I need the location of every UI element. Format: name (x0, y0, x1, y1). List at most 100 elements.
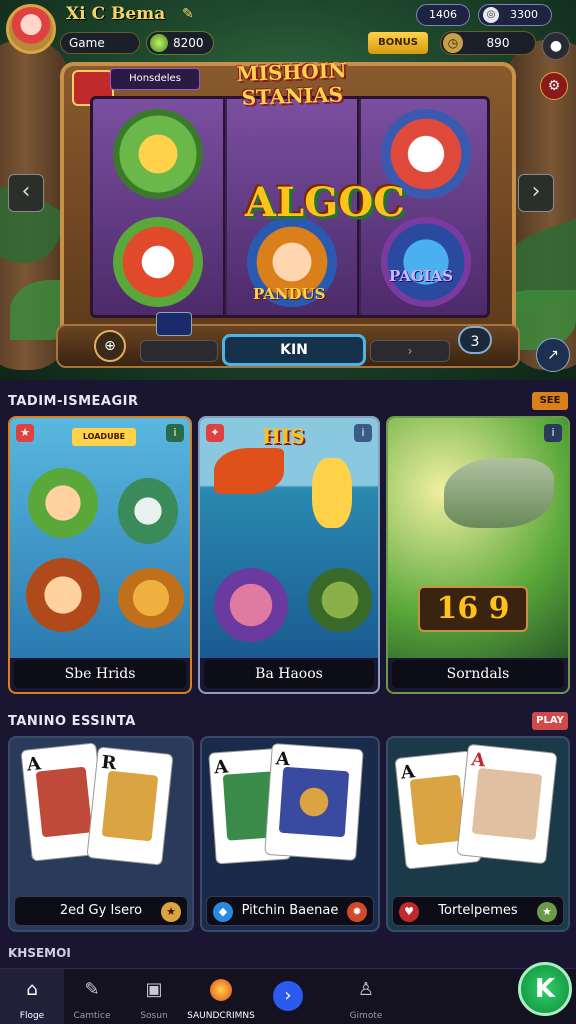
game-card-2[interactable]: HIS ✦ i Ba Haoos (198, 416, 380, 694)
prev-arrow-icon[interactable]: ‹ (8, 174, 44, 212)
info-icon[interactable]: i (166, 424, 184, 442)
fire-icon: ✦ (206, 424, 224, 442)
chip-icon (156, 312, 192, 336)
home-icon: ⌂ (26, 979, 38, 1000)
controller-icon: ✎ (84, 979, 100, 1000)
level-label: Game (69, 36, 105, 50)
top-bar: Xi C Bema ✎ Game 8200 1406 ◎ 3300 ● BONUS… (0, 0, 576, 60)
nav-tiles[interactable]: ▣ Sosun (122, 969, 186, 1024)
card-title: Sbe Hrids (14, 660, 186, 688)
card-game-2[interactable]: A A ◆ Pitchin Baenae ✹ (200, 736, 380, 932)
card-banner: LOADUBE (72, 428, 136, 446)
game-title: MISHOIN STANIAS (211, 57, 373, 119)
diamond-icon: ◆ (213, 902, 233, 922)
heart-icon: ♥ (399, 902, 419, 922)
fab-button[interactable]: K (518, 962, 572, 1016)
reel-1 (93, 99, 225, 315)
nav-label: Sosun (140, 1011, 168, 1021)
gem-icon (150, 34, 168, 52)
symbol-label-mid: PANDUS (253, 285, 326, 303)
nav-home[interactable]: ⌂ Floge (0, 969, 64, 1024)
section-1-tag[interactable]: SEE (532, 392, 568, 410)
profile-icon: ♙ (357, 979, 375, 1000)
coin-balance[interactable]: ◎ 3300 (478, 4, 552, 26)
gem-value: 8200 (173, 36, 204, 50)
yellow-fish (312, 458, 352, 528)
card-art: LOADUBE (10, 418, 190, 658)
card-game-3[interactable]: A A ♥ Tortelpemes ★ (386, 736, 570, 932)
fox-symbol (113, 217, 203, 307)
reels-window: ALGOC PANDUS PAGIAS (90, 96, 490, 318)
section-2-tag[interactable]: PLAY (532, 712, 568, 730)
clock-icon: ◷ (443, 33, 463, 53)
nav-next[interactable]: › (256, 969, 320, 1024)
coin-icon: ◎ (483, 7, 499, 23)
badge-pill[interactable]: 1406 (416, 4, 470, 26)
info-icon[interactable]: i (354, 424, 372, 442)
bet-icon[interactable]: ⊕ (94, 330, 126, 362)
flame-badge-icon[interactable]: ✹ (347, 902, 367, 922)
playing-card: A (264, 742, 364, 862)
nav-label: SAUNDCRIMNS (187, 1011, 255, 1021)
gem-balance[interactable]: 8200 (146, 31, 214, 55)
beaver-character (118, 568, 184, 628)
girl-character (26, 558, 100, 632)
nav-label: Camtice (73, 1011, 111, 1021)
nav-label: Floge (19, 1011, 45, 1021)
goblin-character (28, 468, 98, 538)
turtle (308, 568, 372, 632)
card-art: HIS (200, 418, 378, 658)
purple-fish (214, 568, 288, 642)
timer-pill[interactable]: ◷ 890 (440, 31, 536, 55)
card-title: Tortelpemes (438, 903, 518, 918)
timer-value: 890 (486, 36, 510, 50)
jackpot-counter: 16 9 (418, 586, 528, 632)
spin-button[interactable]: KIN (222, 334, 366, 366)
big-fish (444, 458, 554, 528)
tag-pill: Honsdeles (110, 68, 200, 90)
penguin-character (118, 478, 178, 544)
nav-tournaments[interactable]: SAUNDCRIMNS (186, 969, 256, 1024)
playing-card: R (86, 746, 174, 866)
player-name: Xi C Bema (66, 4, 166, 24)
goblin-symbol (113, 109, 203, 199)
slot-machine: Honsdeles ⚙ ALGOC PANDUS PAGIAS MISHOIN … (60, 58, 568, 362)
level-pill: Game (60, 32, 140, 54)
game-lobby: Xi C Bema ✎ Game 8200 1406 ◎ 3300 ● BONUS… (0, 0, 576, 1024)
top-badge-value: 1406 (429, 8, 457, 21)
playing-card: A (456, 743, 558, 865)
share-icon[interactable]: ↗ (536, 338, 570, 372)
next-arrow-icon[interactable]: › (518, 174, 554, 212)
auto-slot[interactable]: › (370, 340, 450, 362)
nav-label: Gimote (349, 1011, 383, 1021)
hot-icon: ★ (16, 424, 34, 442)
player-avatar[interactable] (6, 4, 56, 54)
game-card-3[interactable]: 16 9 i Sorndals (386, 416, 570, 694)
card-banner: HIS (262, 424, 305, 448)
settings-icon[interactable]: ⚙ (540, 72, 568, 100)
profile-menu-icon[interactable]: ● (542, 32, 570, 60)
bottom-nav: ⌂ Floge ✎ Camtice ▣ Sosun SAUNDCRIMNS › ♙ Gi… (0, 968, 576, 1024)
info-icon[interactable]: i (544, 424, 562, 442)
nav-profile[interactable]: ♙ Gimote (334, 969, 398, 1024)
bet-slot (140, 340, 218, 362)
card-game-1[interactable]: A R 2ed Gy Isero ★ (8, 736, 194, 932)
arrow-right-icon: › (273, 981, 303, 1011)
section-2-title: TANINO ESSINTA (8, 714, 136, 729)
bonus-button[interactable]: BONUS (368, 32, 428, 54)
card-title-wrap: 2ed Gy Isero ★ (14, 896, 188, 926)
side-badge[interactable]: 3 (458, 326, 492, 354)
bottom-section-title: KHSEMOI (8, 946, 71, 960)
card-title-wrap: ♥ Tortelpemes ★ (392, 896, 564, 926)
card-title-wrap: ◆ Pitchin Baenae ✹ (206, 896, 374, 926)
card-title: Ba Haoos (204, 660, 374, 688)
nav-games[interactable]: ✎ Camtice (60, 969, 124, 1024)
tile-icon: ▣ (145, 979, 163, 1000)
star-icon[interactable]: ★ (161, 902, 181, 922)
game-card-1[interactable]: LOADUBE ★ i Sbe Hrids (8, 416, 192, 694)
star-icon[interactable]: ★ (537, 902, 557, 922)
section-1-title: TADIM-ISMEAGIR (8, 394, 139, 409)
edit-icon[interactable]: ✎ (182, 6, 194, 22)
flame-icon (210, 979, 232, 1001)
fish-symbol (381, 217, 471, 307)
